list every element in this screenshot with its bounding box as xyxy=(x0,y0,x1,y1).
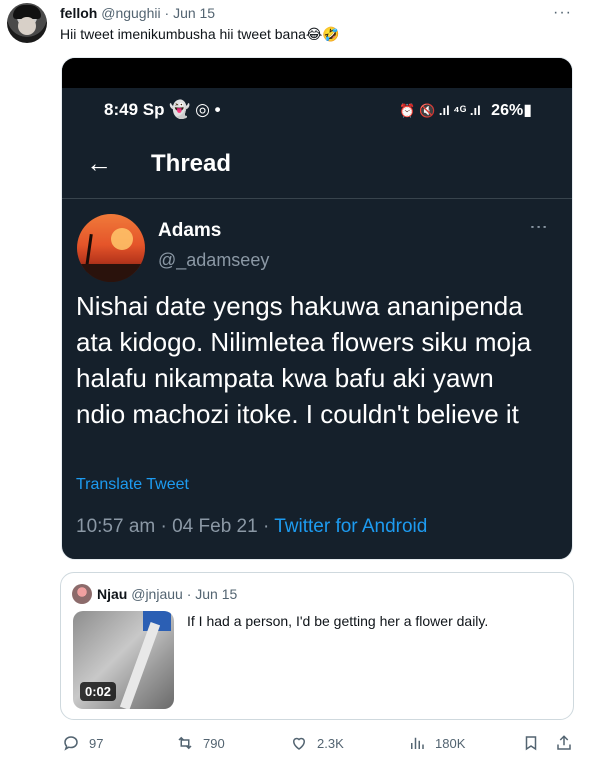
author-handle[interactable]: @ngughii xyxy=(101,5,160,21)
reply-count: 97 xyxy=(89,735,104,751)
screenshot-divider xyxy=(62,198,572,199)
author-avatar[interactable] xyxy=(7,3,47,43)
heart-icon xyxy=(292,737,306,750)
quoted-tweet-date: Jun 15 xyxy=(195,586,238,602)
bookmark-button[interactable] xyxy=(522,734,549,752)
quoted-author-avatar xyxy=(72,584,92,604)
tweet-text: Hii tweet imenikumbusha hii tweet bana😂🤣 xyxy=(60,26,340,42)
tweet-date[interactable]: Jun 15 xyxy=(173,5,215,21)
quoted-header-separator: · xyxy=(186,586,192,602)
quoted-author-handle: @jnjauu xyxy=(131,586,183,602)
share-button[interactable] xyxy=(555,734,582,752)
back-arrow-icon: ← xyxy=(86,148,112,178)
sunset-avatar-icon xyxy=(77,214,145,282)
translate-tweet-link: Translate Tweet xyxy=(76,476,189,493)
author-name[interactable]: felloh xyxy=(60,5,97,21)
tweet-actions: 97 790 2.3K 180K xyxy=(60,734,576,758)
battery-level: 26%▮ xyxy=(491,102,532,119)
phone-status-icons: ⏰ 🔇 .ıl ⁴ᴳ .ıl xyxy=(399,103,481,118)
avatar-face-shape xyxy=(18,17,36,35)
tweet: felloh @ngughii · Jun 15 ··· Hii tweet i… xyxy=(0,0,596,777)
like-count: 2.3K xyxy=(317,735,344,751)
screenshot-tweet-body: Nishai date yengs hakuwa ananipenda ata … xyxy=(76,291,532,429)
retweet-count: 790 xyxy=(203,735,225,751)
like-button[interactable]: 2.3K xyxy=(290,734,344,752)
tweet-header: felloh @ngughii · Jun 15 xyxy=(60,5,215,21)
screenshot-source: Twitter for Android xyxy=(274,516,428,537)
quoted-video-thumbnail[interactable]: 0:02 xyxy=(73,611,174,709)
screenshot-author-name: Adams xyxy=(158,220,222,241)
thread-title: Thread xyxy=(151,150,232,177)
retweet-icon xyxy=(178,736,192,750)
sunset-sun-shape xyxy=(111,228,133,250)
share-icon xyxy=(557,735,571,750)
reply-button[interactable]: 97 xyxy=(62,734,103,752)
quoted-tweet-text: If I had a person, I'd be getting her a … xyxy=(187,613,489,629)
reply-icon xyxy=(64,736,78,751)
screenshot-tweet-meta: 10:57 am · 04 Feb 21 · Twitter for Andro… xyxy=(76,516,427,538)
retweet-button[interactable]: 790 xyxy=(176,734,225,752)
video-pole-shape xyxy=(119,622,161,709)
video-duration-badge: 0:02 xyxy=(80,682,117,701)
views-button[interactable]: 180K xyxy=(408,734,465,752)
views-count: 180K xyxy=(435,735,466,751)
bookmark-icon xyxy=(525,736,537,751)
screenshot-more-icon: ⋮ xyxy=(529,218,549,236)
views-chart-icon xyxy=(411,737,424,749)
quoted-tweet-header: Njau @jnjauu · Jun 15 xyxy=(97,586,237,602)
screenshot-timestamp: 10:57 am · 04 Feb 21 · xyxy=(76,516,275,537)
phone-status-right: ⏰ 🔇 .ıl ⁴ᴳ .ıl 26%▮ xyxy=(399,100,532,120)
ground-shape xyxy=(77,264,145,282)
quoted-author-name: Njau xyxy=(97,586,128,602)
quoted-tweet[interactable]: Njau @jnjauu · Jun 15 0:02 If I had a pe… xyxy=(60,572,574,720)
screenshot-author-handle: @_adamseey xyxy=(158,250,270,270)
more-options-icon[interactable]: ··· xyxy=(553,4,572,22)
header-separator: · xyxy=(164,5,170,21)
attached-screenshot-image[interactable]: 8:49 Sp 👻 ◎ • ⏰ 🔇 .ıl ⁴ᴳ .ıl 26%▮ ← Thre… xyxy=(61,57,573,560)
screenshot-top-bar xyxy=(62,58,572,88)
phone-status-time: 8:49 Sp 👻 ◎ • xyxy=(104,100,221,119)
